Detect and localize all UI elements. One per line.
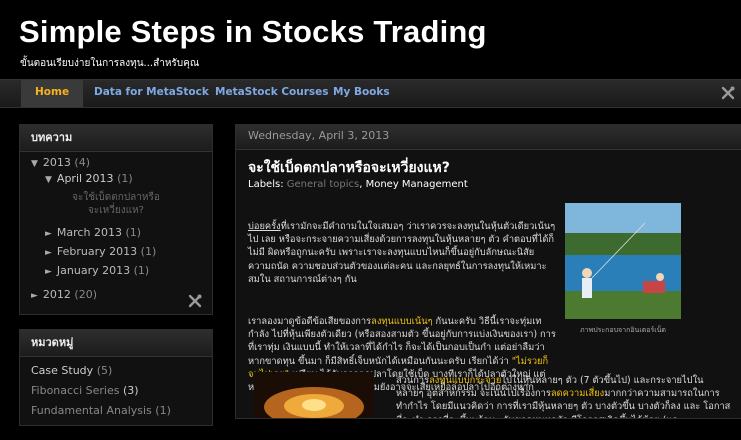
archive-count: (1) [117,172,133,185]
label-link-money-management[interactable]: Money Management [366,179,468,190]
page-tabs: Home Data for MetaStock MetaStock Course… [0,79,741,108]
archive-label[interactable]: February 2013 [57,245,137,258]
expand-open-icon[interactable]: ▼ [45,175,52,185]
post-title[interactable]: จะใช้เบ็ดตกปลาหรือจะเหวี่ยงแห? [248,157,450,179]
expand-closed-icon[interactable]: ► [45,229,52,239]
wrench-screwdriver-icon[interactable] [188,294,202,308]
photo-caption: ภาพประกอบจากอินเตอร์เน็ต [580,326,666,334]
label-name[interactable]: Fundamental Analysis [31,404,152,417]
archive-label[interactable]: 2012 [43,288,71,301]
blog-description: ขั้นตอนเรียบง่ายในการลงทุน...สำหรับคุณ [20,58,200,69]
archive-year-2012[interactable]: ► 2012 (20) [31,288,97,301]
post-container: Wednesday, April 3, 2013 จะใช้เบ็ดตกปลาห… [235,124,741,419]
label-separator: , [359,179,363,190]
labels-widget: หมวดหมู่ Case Study (5) Fibonacci Series… [19,329,213,426]
archive-month-january-2013[interactable]: ► January 2013 (1) [45,264,149,277]
archive-widget: บทความ ▼ 2013 (4) ▼ April 2013 (1) จะใช้เบ… [19,124,213,315]
label-name[interactable]: Case Study [31,364,93,377]
label-fibonacci-series[interactable]: Fibonacci Series (3) [31,381,201,401]
archive-label[interactable]: January 2013 [57,264,130,277]
highlight-link[interactable]: ลงทุนแบบเน้นๆ [371,316,432,327]
labels-prefix: Labels: [248,179,284,190]
expand-closed-icon[interactable]: ► [45,248,52,258]
archive-label[interactable]: April 2013 [57,172,114,185]
label-count: (3) [122,384,139,397]
label-count: (1) [155,404,171,417]
label-link-general-topics[interactable]: General topics [287,179,359,190]
wrench-screwdriver-icon[interactable] [721,86,735,100]
paragraph-text: ที่เรามักจะมีคำถามในใจเสมอๆ ว่าเราควรจะล… [248,221,556,285]
archive-count: (20) [74,288,98,301]
labels-title: หมวดหมู่ [20,330,212,357]
post-date: Wednesday, April 3, 2013 [236,125,741,150]
post-paragraph-3: ส่วนการลงทุนแบบกระจายไปในหุ้นหลายๆ ตัว (… [396,374,731,418]
archive-count: (4) [74,156,91,169]
archive-month-march-2013[interactable]: ► March 2013 (1) [45,226,141,239]
intro-emphasis: บ่อยครั้ง [248,221,281,232]
post-labels: Labels: General topics, Money Management [248,179,468,190]
archive-year-2013[interactable]: ▼ 2013 (4) [31,156,90,169]
net-fishing-photo [254,372,374,418]
blog-header: Simple Steps in Stocks Trading ขั้นตอนเร… [0,0,741,78]
paragraph-text: เราลองมาดูข้อดีข้อเสียของการ [248,316,372,327]
archive-title: บทความ [20,125,212,152]
post-paragraph-1: บ่อยครั้งที่เรามักจะมีคำถามในใจเสมอๆ ว่า… [248,220,558,286]
highlight-link[interactable]: ลงทุนแบบกระจาย [429,375,501,386]
archive-label[interactable]: March 2013 [57,226,122,239]
tab-home[interactable]: Home [21,80,84,107]
archive-month-april-2013[interactable]: ▼ April 2013 (1) [45,172,133,185]
archive-count: (1) [140,245,157,258]
label-name[interactable]: Fibonacci Series [31,384,119,397]
archive-label[interactable]: 2013 [43,156,71,169]
archive-post-link[interactable]: จะใช้เบ็ดตกปลาหรือจะเหวี่ยงแห? [72,191,160,217]
paragraph-text: ส่วนการ [396,375,430,386]
label-count: (5) [96,364,113,377]
expand-closed-icon[interactable]: ► [45,267,52,277]
archive-count: (1) [133,264,150,277]
highlight-link[interactable]: ลดความเสี่ยง [551,388,604,399]
label-fundamental-analysis[interactable]: Fundamental Analysis (1) [31,401,201,421]
blog-title[interactable]: Simple Steps in Stocks Trading [19,14,487,50]
labels-list: Case Study (5) Fibonacci Series (3) Fund… [20,357,212,425]
tab-my-books[interactable]: My Books [319,80,404,107]
archive-count: (1) [125,226,142,239]
archive-month-february-2013[interactable]: ► February 2013 (1) [45,245,156,258]
expand-closed-icon[interactable]: ► [31,291,38,301]
archive-list: ▼ 2013 (4) ▼ April 2013 (1) จะใช้เบ็ดตกปลา… [20,152,212,314]
label-case-study[interactable]: Case Study (5) [31,361,201,381]
sidebar: บทความ ▼ 2013 (4) ▼ April 2013 (1) จะใช้เบ… [19,124,213,440]
fishing-photo [565,203,681,319]
expand-open-icon[interactable]: ▼ [31,159,38,169]
